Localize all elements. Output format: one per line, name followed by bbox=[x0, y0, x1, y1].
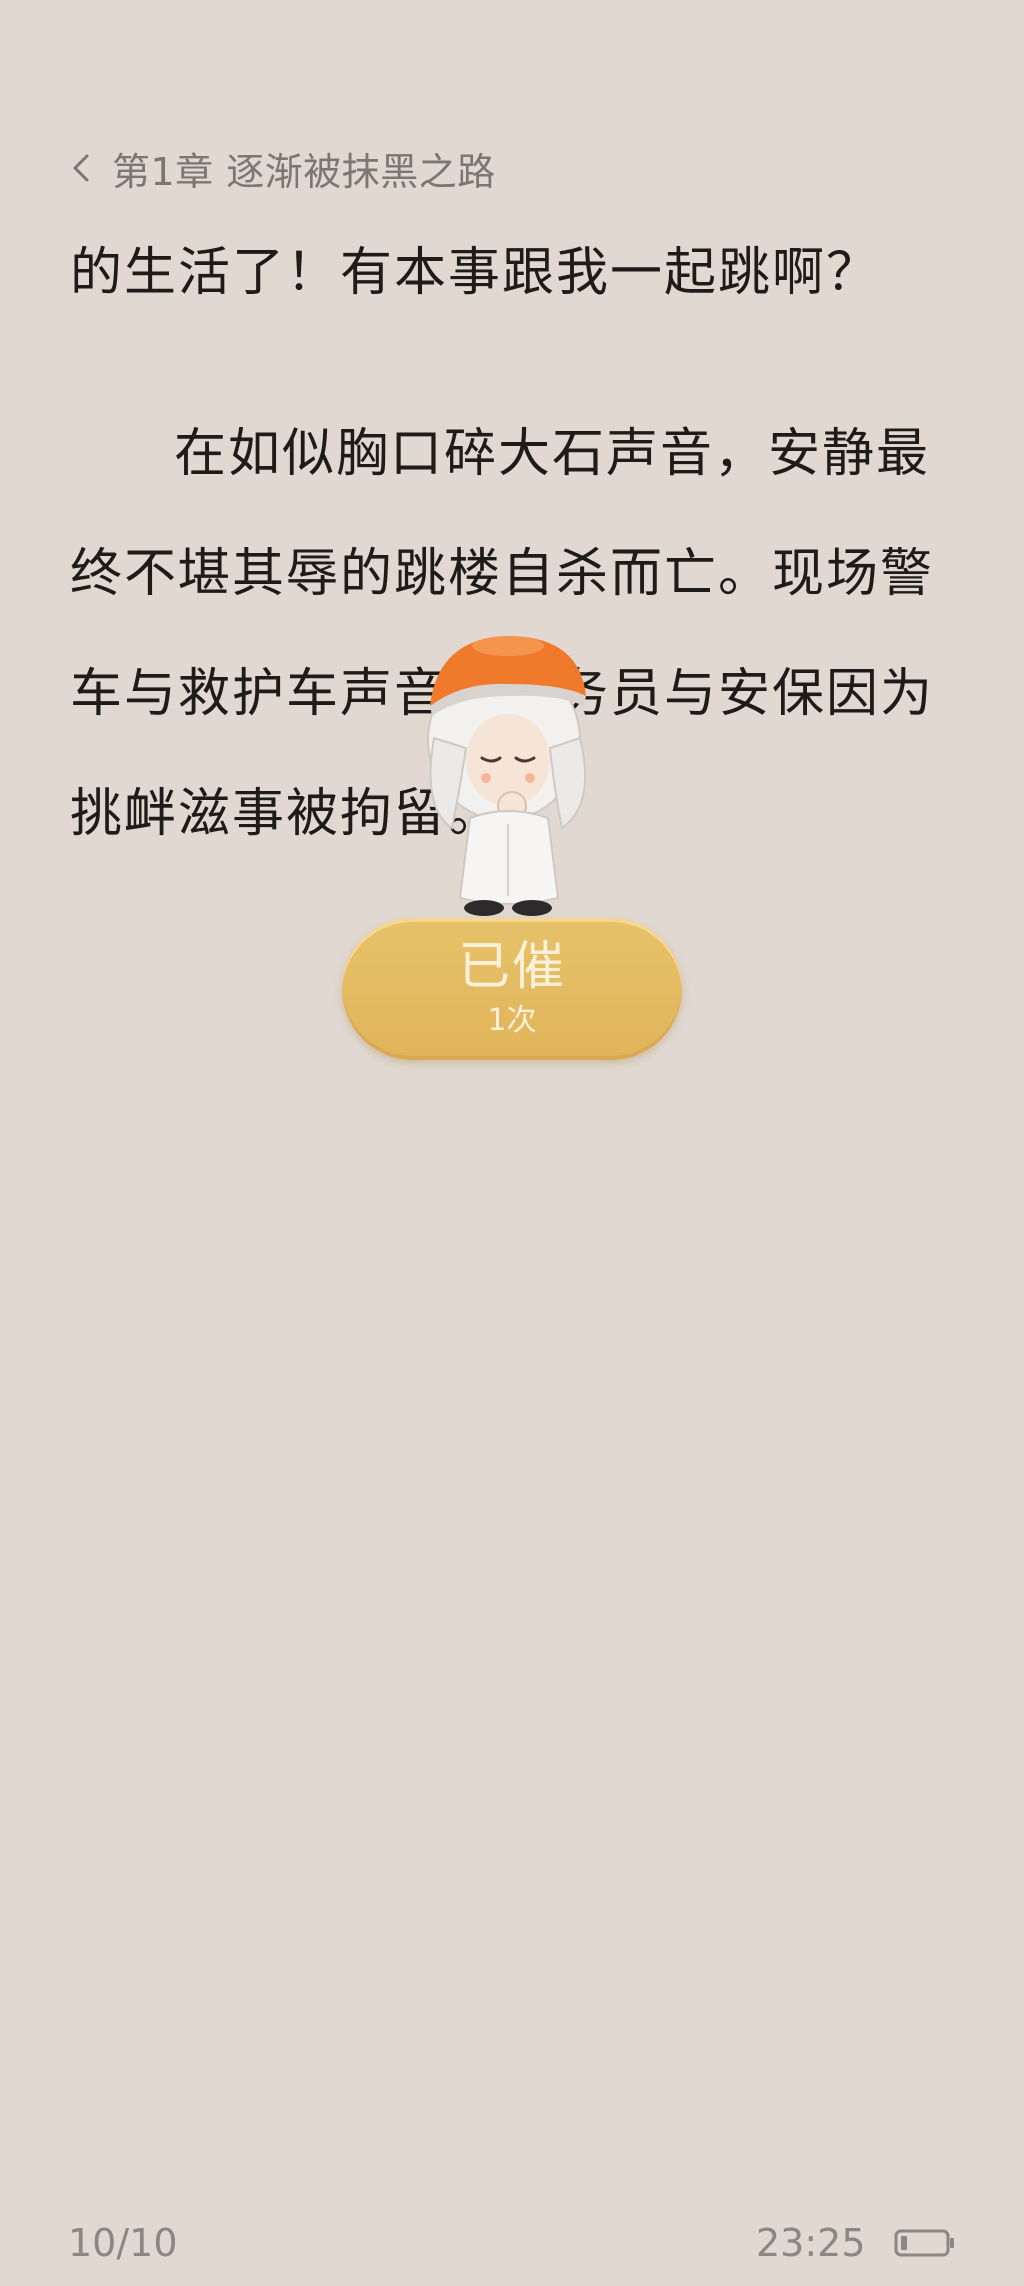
urge-button-label: 已催 bbox=[457, 937, 566, 997]
chevron-left-icon[interactable] bbox=[64, 148, 98, 188]
page-indicator: 10/10 bbox=[68, 2221, 178, 2265]
urge-update-button[interactable]: 已催 1次 bbox=[342, 918, 682, 1060]
chapter-title[interactable]: 第1章 逐渐被抹黑之路 bbox=[112, 141, 496, 196]
clock-time: 23:25 bbox=[756, 2221, 866, 2265]
battery-icon bbox=[894, 2228, 956, 2258]
mascot-figure-icon[interactable] bbox=[412, 628, 602, 920]
urge-count: 1次 bbox=[487, 1003, 537, 1038]
paragraph: 的生活了！有本事跟我一起跳啊？ bbox=[70, 243, 881, 303]
reader-header: 第1章 逐渐被抹黑之路 bbox=[64, 138, 496, 198]
